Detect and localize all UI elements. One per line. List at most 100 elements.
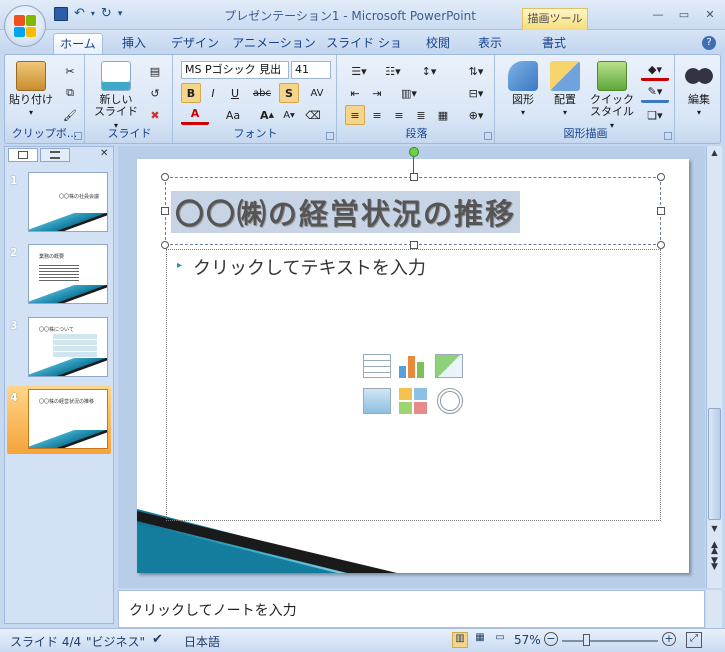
insert-picture-icon[interactable] (363, 388, 391, 414)
slide-title[interactable]: 〇〇㈱の経営状況の推移 (171, 191, 521, 233)
tab-slideshow[interactable]: スライド ショー (322, 33, 406, 70)
theme-name[interactable]: "ビジネス" (86, 633, 145, 650)
insert-clipart-icon[interactable] (399, 388, 427, 414)
zoom-level[interactable]: 57% (514, 633, 541, 647)
drawing-launcher-icon[interactable] (664, 132, 672, 140)
tab-home[interactable]: ホーム (53, 33, 103, 55)
save-icon[interactable] (54, 6, 68, 21)
italic-button[interactable]: I (203, 83, 223, 103)
zoom-slider-track[interactable] (562, 640, 658, 642)
thumbnail-4[interactable]: 4 〇〇株の経営状況の推移 (4, 387, 114, 451)
bold-button[interactable]: B (181, 83, 201, 103)
numbering-button[interactable]: ☷▾ (379, 61, 407, 81)
clear-format-button[interactable]: ⌫ (303, 105, 323, 125)
format-painter-icon[interactable]: 🖌 (60, 105, 80, 125)
distribute-button[interactable]: ▦ (433, 105, 453, 125)
decrease-indent-button[interactable]: ⇤ (345, 83, 365, 103)
language-indicator[interactable]: 日本語 (184, 633, 220, 650)
resize-handle-tl[interactable] (161, 173, 169, 181)
vertical-scrollbar[interactable]: ▲ ▼ ▲ ▲ ▼ ▼ (706, 146, 722, 588)
cut-icon[interactable]: ✂ (60, 61, 80, 81)
zoom-out-icon[interactable]: − (544, 632, 558, 646)
tab-review[interactable]: 校閲 (418, 33, 458, 55)
slide-sorter-icon[interactable]: ▦ (472, 632, 488, 648)
maximize-button[interactable]: ▭ (676, 8, 692, 22)
minimize-button[interactable]: — (650, 8, 666, 22)
resize-handle-b[interactable] (410, 241, 418, 249)
slide-canvas[interactable]: 〇〇㈱の経営状況の推移 ▸ クリックしてテキストを入力 (137, 147, 689, 573)
help-icon[interactable]: ? (702, 36, 716, 50)
align-center-button[interactable]: ≡ (367, 105, 387, 125)
scroll-up-icon[interactable]: ▲ (709, 148, 720, 158)
shape-outline-button[interactable]: ✎▾ (641, 83, 669, 103)
font-color-button[interactable]: A (181, 105, 209, 125)
tab-view[interactable]: 表示 (470, 33, 510, 55)
tab-format[interactable]: 書式 (530, 33, 578, 55)
clipboard-launcher-icon[interactable] (74, 132, 82, 140)
shadow-button[interactable]: S (279, 83, 299, 103)
insert-smartart-icon[interactable] (435, 354, 463, 378)
resize-handle-r[interactable] (657, 207, 665, 215)
bullets-button[interactable]: ☰▾ (345, 61, 373, 81)
undo-icon[interactable]: ↶ (74, 6, 85, 21)
editing-button[interactable]: 編集 ▾ (679, 61, 719, 119)
body-text-placeholder[interactable]: クリックしてテキストを入力 (193, 254, 426, 280)
line-spacing-button[interactable]: ↕▾ (415, 61, 443, 81)
strikethrough-button[interactable]: abc (249, 83, 275, 103)
paragraph-launcher-icon[interactable] (484, 132, 492, 140)
underline-button[interactable]: U (225, 83, 245, 103)
arrange-button[interactable]: 配置 ▾ (545, 61, 585, 119)
notes-placeholder[interactable]: クリックしてノートを入力 (129, 600, 297, 620)
scroll-thumb[interactable] (708, 408, 721, 520)
tab-animations[interactable]: アニメーション (232, 33, 316, 55)
resize-handle-t[interactable] (410, 173, 418, 181)
normal-view-icon[interactable]: ▥ (452, 632, 468, 648)
justify-button[interactable]: ≣ (411, 105, 431, 125)
char-spacing-button[interactable]: AV (303, 83, 331, 103)
spellcheck-icon[interactable]: ✔ (152, 632, 163, 647)
font-name-combo[interactable]: MS Pゴシック 見出 (181, 61, 289, 79)
close-button[interactable]: ✕ (702, 8, 718, 22)
resize-handle-l[interactable] (161, 207, 169, 215)
customize-qat-icon[interactable]: ▾ (118, 9, 123, 19)
close-pane-icon[interactable]: ✕ (100, 148, 108, 159)
align-text-button[interactable]: ⊟▾ (463, 83, 489, 103)
insert-media-icon[interactable] (437, 388, 463, 414)
outline-tab[interactable] (40, 148, 70, 162)
undo-dropdown-icon[interactable]: ▾ (91, 9, 95, 18)
shape-effects-button[interactable]: ❑▾ (641, 105, 669, 125)
layout-icon[interactable]: ▤ (145, 61, 165, 81)
resize-handle-tr[interactable] (657, 173, 665, 181)
align-right-button[interactable]: ≡ (389, 105, 409, 125)
thumbnail-2[interactable]: 2 業務の概要 (4, 242, 114, 306)
grow-font-button[interactable]: A ▲ (257, 105, 277, 125)
shrink-font-button[interactable]: A ▼ (279, 105, 299, 125)
rotation-handle[interactable] (409, 147, 419, 157)
scroll-down-icon[interactable]: ▼ (709, 524, 720, 534)
font-size-combo[interactable]: 41 (291, 61, 331, 79)
copy-icon[interactable]: ⧉ (60, 83, 80, 103)
text-direction-button[interactable]: ⇅▾ (463, 61, 489, 81)
reset-slide-icon[interactable]: ↺ (145, 83, 165, 103)
redo-icon[interactable]: ↻ (101, 6, 112, 21)
new-slide-button[interactable]: 新しい スライド ▾ (91, 61, 141, 132)
shapes-button[interactable]: 図形 ▾ (503, 61, 543, 119)
title-placeholder[interactable]: 〇〇㈱の経営状況の推移 (161, 173, 665, 249)
slides-tab[interactable] (8, 148, 38, 162)
align-left-button[interactable]: ≡ (345, 105, 365, 125)
delete-slide-icon[interactable]: ✖ (145, 105, 165, 125)
quick-styles-button[interactable]: クイック スタイル ▾ (587, 61, 637, 132)
office-button[interactable] (4, 5, 46, 47)
notes-pane[interactable]: クリックしてノートを入力 (118, 590, 705, 628)
change-case-button[interactable]: Aa (219, 105, 247, 125)
zoom-slider-thumb[interactable] (583, 634, 590, 646)
font-launcher-icon[interactable] (326, 132, 334, 140)
slideshow-view-icon[interactable]: ▭ (492, 632, 508, 648)
thumbnail-3[interactable]: 3 〇〇株について (4, 315, 114, 379)
smartart-button[interactable]: ⊕▾ (463, 105, 489, 125)
content-placeholder[interactable]: ▸ クリックしてテキストを入力 (166, 249, 661, 521)
insert-table-icon[interactable] (363, 354, 391, 378)
tab-insert[interactable]: 挿入 (112, 33, 156, 55)
increase-indent-button[interactable]: ⇥ (367, 83, 387, 103)
next-slide-icon[interactable]: ▼ ▼ (709, 557, 720, 572)
